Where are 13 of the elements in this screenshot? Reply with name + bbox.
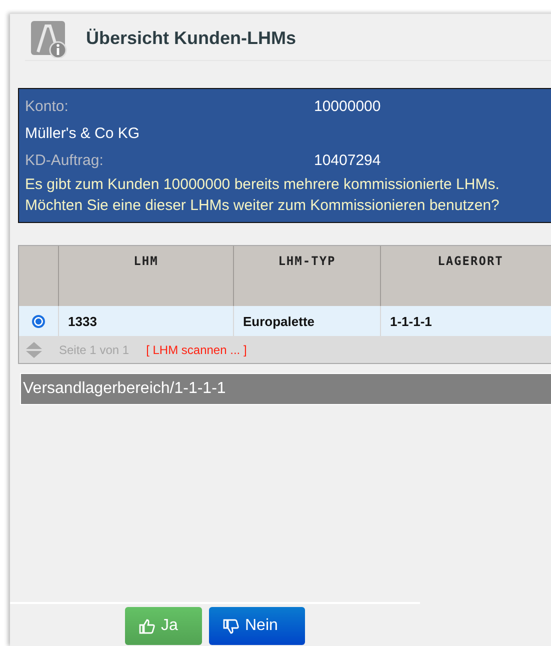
scan-hint: [ LHM scannen ... ]	[146, 342, 247, 356]
column-header: LHM-TYP	[234, 246, 381, 306]
info-message: Es gibt zum Kunden 10000000 bereits mehrere kommissionierte LHMs. Möchten Sie eine dieser LHMs weiter zum Kommissionieren benutzen?	[25, 175, 500, 216]
window-title: Übersicht Kunden-LHMs	[86, 28, 296, 49]
order-label: KD-Auftrag:	[25, 152, 104, 169]
account-label: Konto:	[25, 98, 70, 115]
order-value: 10407294	[314, 152, 381, 169]
account-value: 10000000	[314, 98, 381, 115]
location-bar: Versandlagerbereich/1-1-1-1	[20, 373, 551, 405]
customer-name: Müller's & Co KG	[25, 125, 140, 142]
column-header: LAGERORT	[381, 246, 551, 306]
no-button[interactable]: Nein	[209, 607, 305, 645]
column-header: LHM	[59, 246, 234, 306]
